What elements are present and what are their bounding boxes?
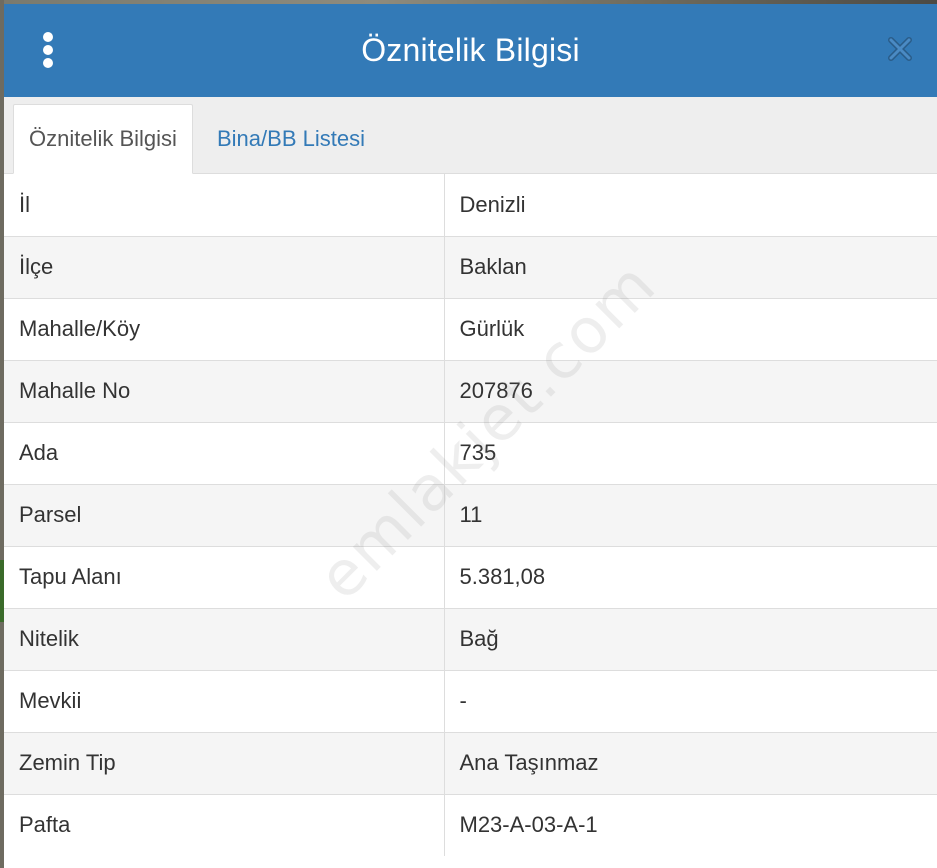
table-row: İl Denizli [4,174,937,236]
attribute-info-dialog: Öznitelik Bilgisi Öznitelik Bilgisi Bina… [4,4,937,868]
attribute-value: 11 [444,483,937,546]
attribute-key: Mahalle No [4,359,445,422]
attribute-key: Pafta [4,793,445,856]
attribute-key: İl [4,174,445,236]
attribute-key: Mevkii [4,669,445,732]
table-row: Zemin Tip Ana Taşınmaz [4,731,937,794]
table-row: Mahalle No 207876 [4,359,937,422]
attribute-table: İl Denizli İlçe Baklan Mahalle/Köy Gürlü… [4,174,937,856]
table-row: Pafta M23-A-03-A-1 [4,793,937,856]
close-button[interactable] [885,34,915,64]
attribute-key: Mahalle/Köy [4,297,445,360]
tab-building-list[interactable]: Bina/BB Listesi [201,104,381,174]
table-row: İlçe Baklan [4,235,937,298]
attribute-value: Bağ [444,607,937,670]
table-row: Tapu Alanı 5.381,08 [4,545,937,608]
tab-bar: Öznitelik Bilgisi Bina/BB Listesi [4,97,937,174]
table-row: Mevkii - [4,669,937,732]
attribute-value: Gürlük [444,297,937,360]
table-row: Ada 735 [4,421,937,484]
table-row: Mahalle/Köy Gürlük [4,297,937,360]
menu-button[interactable] [34,32,64,68]
attribute-key: Tapu Alanı [4,545,445,608]
attribute-value: 207876 [444,359,937,422]
table-row: Nitelik Bağ [4,607,937,670]
attribute-value: Denizli [459,191,526,217]
attribute-key: Zemin Tip [4,731,445,794]
attribute-value: 5.381,08 [444,545,937,608]
close-icon [888,37,912,61]
attribute-value: - [444,669,937,732]
dialog-header: Öznitelik Bilgisi [4,4,937,97]
attribute-value: Ana Taşınmaz [444,731,937,794]
table-row: Parsel 11 [4,483,937,546]
attribute-value: 735 [444,421,937,484]
attribute-key: İlçe [4,235,445,298]
attribute-key: Nitelik [4,607,445,670]
attribute-value: M23-A-03-A-1 [444,793,937,856]
attribute-key: Parsel [4,483,445,546]
tab-attribute-info[interactable]: Öznitelik Bilgisi [13,104,193,174]
attribute-value: Baklan [444,235,937,298]
attribute-key: Ada [4,421,445,484]
dialog-title: Öznitelik Bilgisi [361,32,580,68]
